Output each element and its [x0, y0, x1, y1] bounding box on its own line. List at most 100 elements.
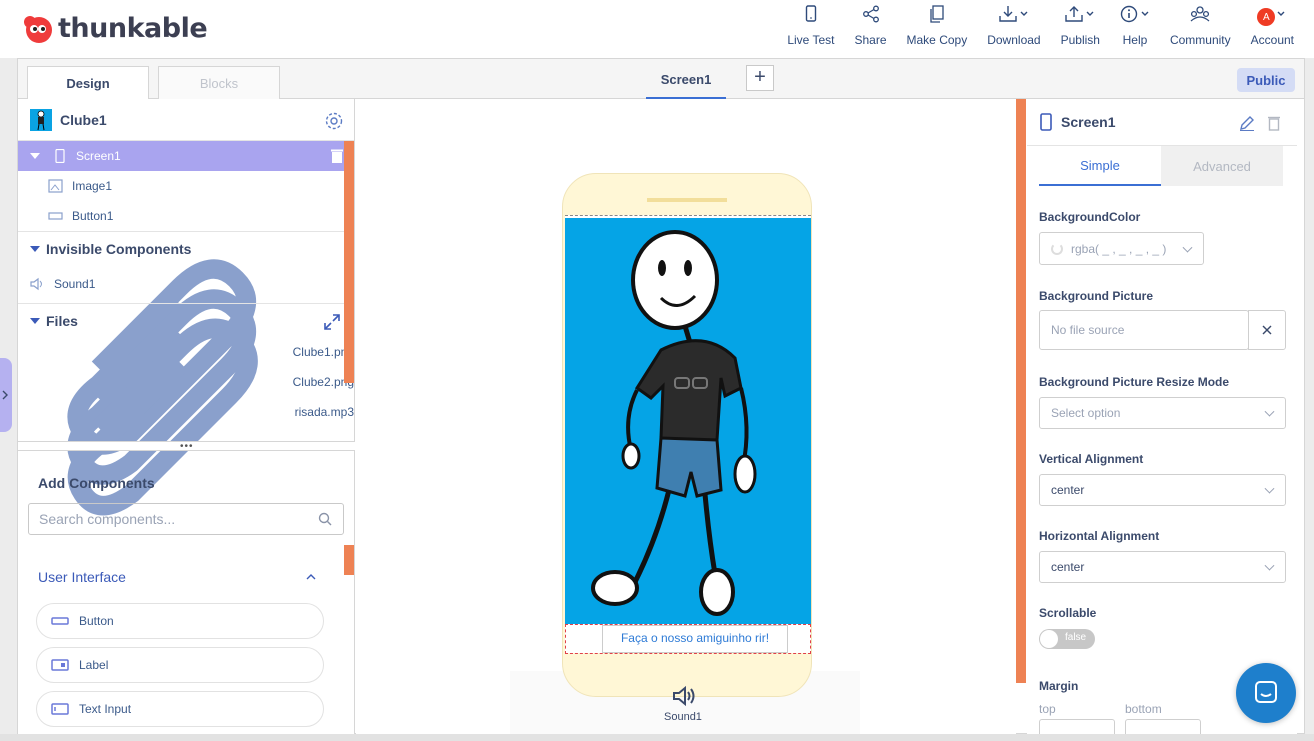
- properties-scrollbar[interactable]: [1016, 99, 1026, 683]
- share-button[interactable]: Share: [854, 5, 887, 47]
- phone-speaker: [647, 198, 727, 202]
- screen-selector[interactable]: Screen1: [646, 69, 726, 99]
- chevron-down-icon: [1264, 560, 1275, 571]
- file-name: risada.mp3: [294, 405, 354, 419]
- bg-color-picker[interactable]: rgba( _ , _ , _ , _ ): [1039, 232, 1204, 265]
- phone-preview[interactable]: Faça o nosso amiguinho rir!: [562, 173, 812, 697]
- tree-item-sound1[interactable]: Sound1: [18, 265, 354, 303]
- logo[interactable]: thunkable: [22, 12, 208, 44]
- stick-figure-illustration: [591, 230, 757, 616]
- design-canvas[interactable]: Faça o nosso amiguinho rir! Sound1: [356, 99, 1016, 735]
- chevron-down-icon: [1182, 242, 1193, 253]
- category-user-interface[interactable]: User Interface: [38, 569, 126, 585]
- file-item[interactable]: risada.mp3: [18, 318, 354, 516]
- tree-item-image1[interactable]: Image1: [18, 171, 354, 201]
- app-tree-header[interactable]: Clube1: [18, 99, 354, 141]
- download-button[interactable]: Download: [987, 5, 1041, 47]
- chat-support-button[interactable]: [1236, 663, 1296, 723]
- bg-color-label: BackgroundColor: [1039, 210, 1141, 224]
- tree-item-label: Sound1: [54, 277, 96, 291]
- files-header[interactable]: Files: [18, 303, 354, 337]
- toggle-knob: [1040, 630, 1058, 648]
- help-icon: [1120, 5, 1149, 22]
- invisible-components-header[interactable]: Invisible Components: [18, 231, 354, 265]
- scrollable-label: Scrollable: [1039, 606, 1097, 620]
- add-screen-button[interactable]: +: [746, 65, 774, 91]
- expand-icon[interactable]: [324, 314, 340, 330]
- make-copy-button[interactable]: Make Copy: [907, 4, 967, 47]
- publish-button[interactable]: Publish: [1061, 5, 1100, 47]
- properties-tabs: Simple Advanced: [1039, 146, 1283, 186]
- tab-advanced[interactable]: Advanced: [1161, 146, 1283, 186]
- close-icon: [1262, 325, 1272, 335]
- image1-preview[interactable]: [565, 218, 811, 624]
- components-scrollbar[interactable]: [344, 545, 354, 575]
- collapse-icon: [30, 317, 40, 324]
- nav-label: Account: [1250, 33, 1294, 47]
- collapse-icon[interactable]: [30, 153, 40, 159]
- section-title: Invisible Components: [46, 240, 192, 257]
- tree-item-label: Image1: [72, 179, 113, 193]
- horizontal-alignment-select[interactable]: center: [1039, 551, 1286, 583]
- edit-icon[interactable]: [1239, 115, 1255, 131]
- component-text-input[interactable]: Text Input: [36, 691, 324, 727]
- brand-name: thunkable: [58, 12, 208, 44]
- live-test-button[interactable]: Live Test: [787, 4, 835, 47]
- resize-mode-value: Select option: [1051, 406, 1121, 420]
- tree-item-label: Button1: [72, 209, 114, 223]
- panel-resize-handle[interactable]: •••: [18, 441, 355, 452]
- bottom-scrollbar[interactable]: [0, 734, 1314, 741]
- copy-icon: [930, 4, 944, 23]
- trash-icon[interactable]: [330, 148, 344, 164]
- sidebar-toggle[interactable]: [0, 358, 12, 432]
- speaker-icon[interactable]: [672, 685, 698, 707]
- add-components-title: Add Components: [38, 475, 155, 491]
- bg-color-value: rgba( _ , _ , _ , _ ): [1071, 241, 1167, 256]
- component-label-text: Text Input: [79, 702, 132, 716]
- tree-item-button1[interactable]: Button1: [18, 201, 354, 231]
- component-button[interactable]: Button: [36, 603, 324, 639]
- button1-container: Faça o nosso amiguinho rir!: [565, 624, 811, 654]
- nav-label: Live Test: [787, 33, 835, 47]
- button1-preview[interactable]: Faça o nosso amiguinho rir!: [602, 625, 788, 653]
- scrollable-toggle[interactable]: false: [1039, 629, 1095, 649]
- phone-icon: [55, 149, 65, 163]
- vertical-alignment-select[interactable]: center: [1039, 474, 1286, 506]
- speaker-icon: [30, 277, 42, 291]
- component-label: Button: [79, 614, 114, 628]
- download-icon: [999, 5, 1028, 22]
- tab-blocks[interactable]: Blocks: [158, 66, 280, 99]
- tab-simple[interactable]: Simple: [1039, 146, 1161, 186]
- community-button[interactable]: Community: [1169, 5, 1231, 47]
- resize-mode-select[interactable]: Select option: [1039, 397, 1286, 429]
- screen-preview[interactable]: Faça o nosso amiguinho rir!: [565, 215, 811, 654]
- chevron-down-icon: [1277, 11, 1285, 16]
- visibility-badge[interactable]: Public: [1237, 68, 1295, 92]
- component-label[interactable]: Label: [36, 647, 324, 683]
- bg-picture-label: Background Picture: [1039, 289, 1154, 303]
- account-button[interactable]: A Account: [1251, 6, 1294, 47]
- phone-icon: [1040, 113, 1052, 131]
- properties-component-name: Screen1: [1061, 114, 1116, 130]
- sound1-label[interactable]: Sound1: [664, 711, 702, 723]
- chevron-up-icon[interactable]: [306, 573, 316, 581]
- search-icon: [318, 512, 332, 526]
- properties-header: Screen1: [1027, 99, 1297, 146]
- component-label-text: Label: [79, 658, 109, 672]
- margin-label: Margin: [1039, 679, 1079, 693]
- chevron-down-icon: [1264, 406, 1275, 417]
- nav-label: Community: [1169, 33, 1231, 47]
- tree-item-screen1[interactable]: Screen1: [18, 141, 354, 171]
- tree-scrollbar[interactable]: [344, 141, 354, 383]
- chevron-down-icon: [1264, 483, 1275, 494]
- collapse-icon: [30, 245, 40, 252]
- section-title: Files: [46, 312, 78, 329]
- trash-icon[interactable]: [1267, 115, 1281, 131]
- gear-icon[interactable]: [324, 111, 344, 131]
- tab-design[interactable]: Design: [27, 66, 149, 99]
- clear-picture-button[interactable]: [1248, 310, 1286, 350]
- publish-icon: [1065, 5, 1094, 22]
- component-search-input[interactable]: Search components...: [28, 503, 344, 535]
- bg-picture-input[interactable]: No file source: [1039, 310, 1249, 350]
- help-button[interactable]: Help: [1120, 5, 1150, 47]
